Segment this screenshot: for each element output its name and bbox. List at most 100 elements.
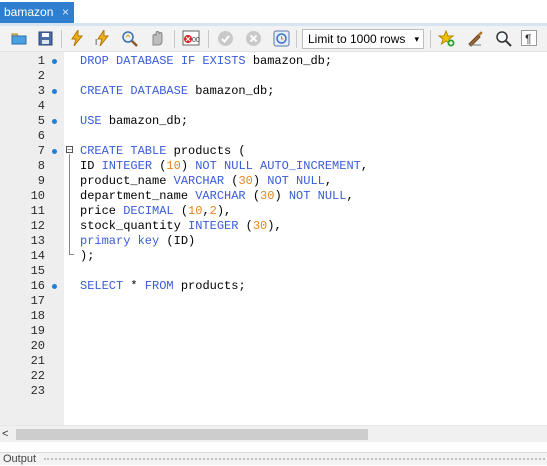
sql-text: ID xyxy=(80,159,102,173)
sql-text: price xyxy=(80,204,124,218)
line-number: 5 xyxy=(37,114,45,128)
code-line[interactable]: SELECT * FROM products; xyxy=(80,279,246,294)
line-number: 19 xyxy=(30,324,45,338)
svg-text:00: 00 xyxy=(192,37,200,44)
line-number: 3 xyxy=(37,84,45,98)
statement-marker-icon xyxy=(52,284,57,289)
sql-text: , xyxy=(202,204,210,218)
sql-text: ( xyxy=(252,189,261,203)
autocommit-icon[interactable] xyxy=(272,29,290,47)
statement-marker-icon xyxy=(52,89,57,94)
line-number: 14 xyxy=(30,249,45,263)
line-number: 1 xyxy=(37,54,45,68)
limit-rows-value: Limit to 1000 rows xyxy=(308,32,406,46)
code-line[interactable]: USE bamazon_db; xyxy=(80,114,188,129)
sql-keyword: DECIMAL xyxy=(123,204,181,218)
sql-text: products ( xyxy=(173,144,246,158)
line-number: 17 xyxy=(30,294,45,308)
commit-icon[interactable] xyxy=(216,29,234,47)
statement-marker-icon xyxy=(52,149,57,154)
sql-keyword: CREATE TABLE xyxy=(80,144,174,158)
output-label: Output xyxy=(3,453,37,465)
sql-text: bamazon_db; xyxy=(195,84,275,98)
code-line[interactable]: CREATE TABLE products ( xyxy=(80,144,246,159)
sql-keyword: VARCHAR xyxy=(173,174,232,188)
code-line[interactable]: DROP DATABASE IF EXISTS bamazon_db; xyxy=(80,54,332,69)
code-line[interactable]: product_name VARCHAR (30) NOT NULL, xyxy=(80,174,332,189)
sql-number: 10 xyxy=(188,204,203,218)
sql-text: ( xyxy=(180,204,189,218)
line-number: 16 xyxy=(30,279,45,293)
sql-keyword: VARCHAR xyxy=(195,189,253,203)
chevron-down-icon: ▾ xyxy=(414,34,419,44)
sql-keyword: NOT NULL xyxy=(288,189,347,203)
sql-text: , xyxy=(346,189,354,203)
line-number: 9 xyxy=(37,174,45,188)
output-panel-header[interactable]: Output xyxy=(0,452,547,465)
sql-editor[interactable]: 1 2 3 4 5 6 7 8 9 10 11 12 13 14 15 16 17 18 19 20 21 22 23 − … xyxy=(0,52,547,425)
code-line[interactable]: department_name VARCHAR (30) NOT NULL, xyxy=(80,189,354,204)
sql-text: department_name xyxy=(80,189,196,203)
fold-toggle-icon[interactable]: − xyxy=(66,146,73,154)
save-icon[interactable] xyxy=(36,29,54,47)
scroll-left-icon[interactable]: < xyxy=(2,426,8,442)
stop-icon[interactable] xyxy=(148,29,166,47)
line-number: 15 xyxy=(30,264,45,278)
code-line[interactable]: primary key (ID) xyxy=(80,234,195,249)
sql-number: 2 xyxy=(209,204,217,218)
sql-text: ( xyxy=(245,219,253,233)
code-line[interactable]: ); xyxy=(80,249,94,264)
code-line[interactable]: price DECIMAL (10,2), xyxy=(80,204,231,219)
open-file-icon[interactable] xyxy=(10,29,28,47)
sql-keyword: CREATE DATABASE xyxy=(80,84,196,98)
find-icon[interactable] xyxy=(494,29,512,47)
sql-keyword: primary key xyxy=(80,234,167,248)
toggle-error-icon[interactable]: 00 xyxy=(182,29,200,47)
splitter-grip[interactable] xyxy=(44,458,545,463)
line-number: 10 xyxy=(30,189,45,203)
line-number: 2 xyxy=(37,69,45,83)
add-snippet-icon[interactable] xyxy=(437,29,455,47)
svg-text:¶: ¶ xyxy=(525,32,531,46)
code-line[interactable]: ID INTEGER (10) NOT NULL AUTO_INCREMENT, xyxy=(80,159,368,174)
line-number: 7 xyxy=(37,144,45,158)
sql-text: ) xyxy=(274,189,289,203)
code-line[interactable]: CREATE DATABASE bamazon_db; xyxy=(80,84,274,99)
explain-icon[interactable] xyxy=(120,29,138,47)
close-tab-icon[interactable]: × xyxy=(62,2,69,23)
line-number: 13 xyxy=(30,234,45,248)
sql-keyword: DROP DATABASE IF EXISTS xyxy=(80,54,253,68)
tab-bamazon[interactable]: bamazon × xyxy=(0,2,74,23)
fold-range-line xyxy=(69,154,70,254)
code-line[interactable]: stock_quantity INTEGER (30), xyxy=(80,219,282,234)
execute-current-icon[interactable]: I xyxy=(94,29,112,47)
sql-text: stock_quantity xyxy=(80,219,189,233)
line-number: 11 xyxy=(30,204,45,218)
limit-rows-select[interactable]: Limit to 1000 rows ▾ xyxy=(302,29,424,49)
line-number: 22 xyxy=(30,369,45,383)
line-number: 4 xyxy=(37,99,45,113)
editor-tab-bar: bamazon × xyxy=(0,0,547,26)
sql-text: ) xyxy=(180,159,196,173)
sql-number: 30 xyxy=(238,174,253,188)
sql-text: products; xyxy=(180,279,246,293)
rollback-icon[interactable] xyxy=(244,29,262,47)
execute-icon[interactable] xyxy=(68,29,86,47)
invisible-chars-icon[interactable]: ¶ xyxy=(520,29,538,47)
beautify-icon[interactable] xyxy=(466,29,484,47)
sql-toolbar: I 00 Limit to 1000 rows ▾ ¶ xyxy=(0,26,547,52)
sql-text: ), xyxy=(267,219,282,233)
statement-marker-icon xyxy=(52,119,57,124)
sql-keyword: INTEGER xyxy=(101,159,160,173)
line-number: 18 xyxy=(30,309,45,323)
horizontal-scrollbar[interactable]: < xyxy=(0,425,547,442)
sql-text: ), xyxy=(216,204,232,218)
scrollbar-thumb[interactable] xyxy=(16,429,368,440)
sql-keyword: NOT NULL xyxy=(267,174,325,188)
sql-text: ) xyxy=(252,174,268,188)
line-number: 12 xyxy=(30,219,45,233)
sql-text: bamazon_db; xyxy=(108,114,189,128)
sql-number: 10 xyxy=(166,159,181,173)
svg-text:I: I xyxy=(95,38,97,46)
sql-text: (ID) xyxy=(166,234,196,248)
